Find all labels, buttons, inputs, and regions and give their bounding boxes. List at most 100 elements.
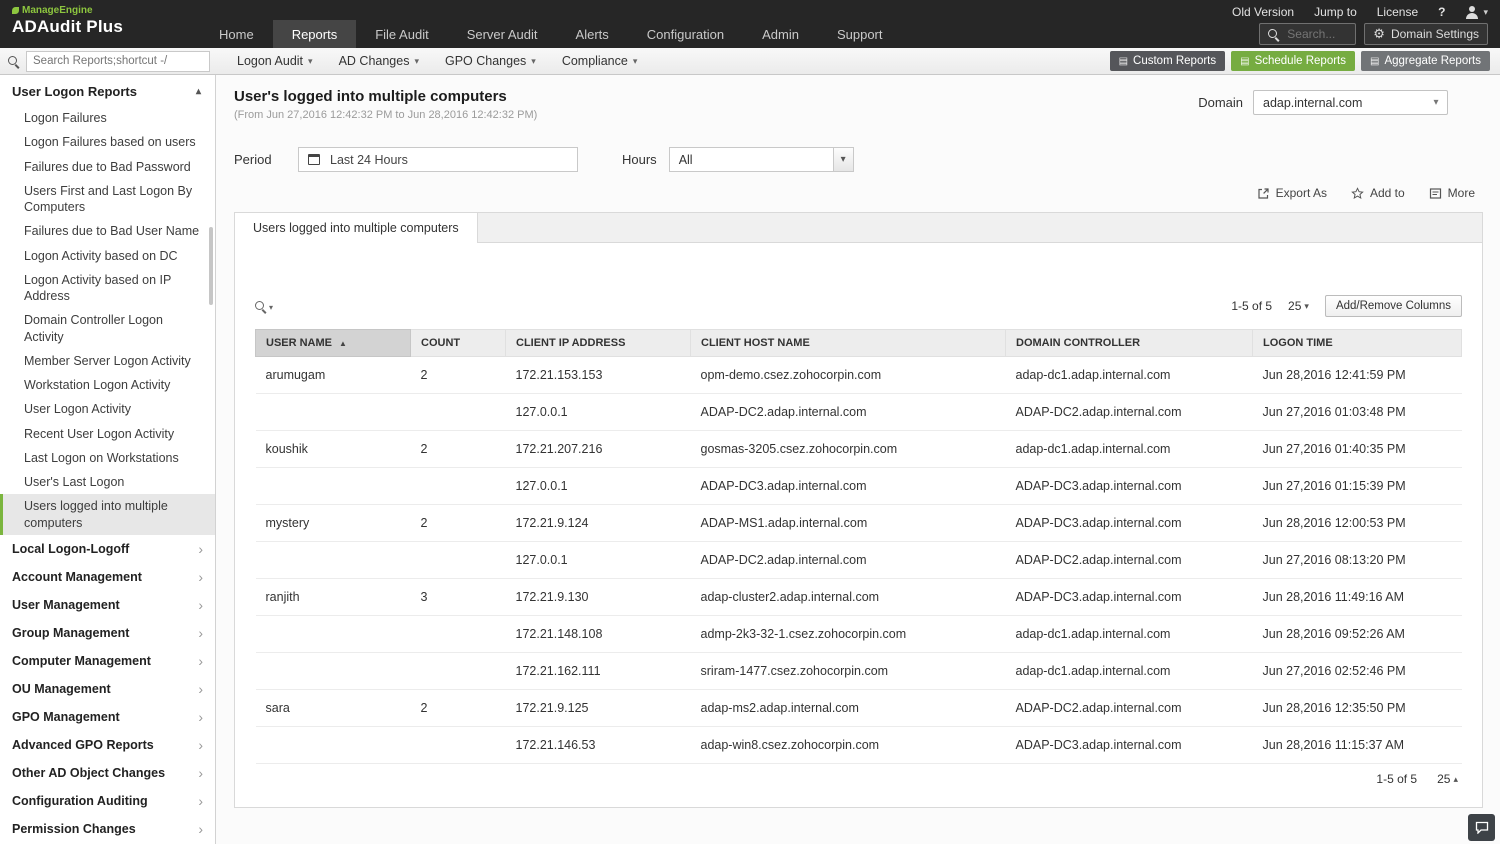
sidebar-report-item[interactable]: Member Server Logon Activity [0, 349, 215, 373]
sidebar-scrollbar[interactable] [209, 227, 213, 305]
hours-label: Hours [622, 152, 657, 167]
table-controls-right: 1-5 of 5 25 ▾ Add/Remove Columns [1231, 295, 1462, 317]
cell-client-ip: 172.21.146.53 [506, 727, 691, 764]
user-menu[interactable]: ▾ [1465, 6, 1488, 19]
toolbar-action-button[interactable]: Schedule Reports [1231, 51, 1355, 71]
main-nav-item[interactable]: Support [818, 20, 902, 48]
main-nav-item[interactable]: Configuration [628, 20, 743, 48]
sidebar-report-item[interactable]: Users logged into multiple computers [0, 494, 215, 535]
table-row[interactable]: koushik 2 172.21.207.216 gosmas-3205.cse… [256, 431, 1462, 468]
sidebar-report-item[interactable]: Last Logon on Workstations [0, 446, 215, 470]
column-header[interactable]: COUNT [411, 330, 506, 357]
domain-select-value: adap.internal.com [1263, 96, 1362, 110]
cell-logon-time: Jun 28,2016 12:00:53 PM [1253, 505, 1462, 542]
domain-select[interactable]: adap.internal.com ▾ [1253, 90, 1448, 115]
feedback-chat-button[interactable] [1468, 814, 1495, 841]
table-row[interactable]: 172.21.146.53 adap-win8.csez.zohocorpin.… [256, 727, 1462, 764]
table-row[interactable]: 172.21.162.111 sriram-1477.csez.zohocorp… [256, 653, 1462, 690]
sidebar-report-item[interactable]: Logon Failures based on users [0, 130, 215, 154]
sidebar-report-item[interactable]: Logon Failures [0, 106, 215, 130]
toolbar-action-button[interactable]: Aggregate Reports [1361, 51, 1490, 71]
sidebar-report-item[interactable]: Recent User Logon Activity [0, 422, 215, 446]
period-input[interactable]: Last 24 Hours [298, 147, 578, 172]
sidebar-group-item[interactable]: GPO Management [0, 703, 215, 731]
report-search-input[interactable] [26, 51, 210, 72]
help-icon[interactable]: ? [1438, 5, 1445, 19]
toolbar-menu-item[interactable]: AD Changes [326, 48, 432, 75]
sidebar-group-item[interactable]: Other AD Object Changes [0, 759, 215, 787]
table-row[interactable]: mystery 2 172.21.9.124 ADAP-MS1.adap.int… [256, 505, 1462, 542]
sidebar-report-item[interactable]: User Logon Activity [0, 397, 215, 421]
sidebar-group-item[interactable]: Account Management [0, 563, 215, 591]
column-header[interactable]: CLIENT IP ADDRESS [506, 330, 691, 357]
more-button[interactable]: More [1429, 186, 1475, 200]
header-search-box[interactable] [1259, 23, 1356, 45]
sidebar-group-item[interactable]: User Management [0, 591, 215, 619]
sidebar-group-label: User Management [12, 598, 120, 612]
main-nav-item[interactable]: Alerts [557, 20, 628, 48]
add-to-button[interactable]: Add to [1351, 186, 1405, 200]
sidebar-group-item[interactable]: Group Management [0, 619, 215, 647]
report-tab[interactable]: Users logged into multiple computers [235, 213, 478, 243]
table-row[interactable]: ranjith 3 172.21.9.130 adap-cluster2.ada… [256, 579, 1462, 616]
main-nav-item[interactable]: Home [200, 20, 273, 48]
sidebar-group-item[interactable]: Local Logon-Logoff [0, 535, 215, 563]
top-link[interactable]: Old Version [1232, 5, 1294, 19]
page-size-select-bottom[interactable]: 25 ▴ [1437, 772, 1458, 786]
cell-client-host: sriram-1477.csez.zohocorpin.com [691, 653, 1006, 690]
sidebar-report-item[interactable]: Domain Controller Logon Activity [0, 308, 215, 349]
hours-select[interactable]: All ▾ [669, 147, 854, 172]
table-row[interactable]: 127.0.0.1 ADAP-DC2.adap.internal.com ADA… [256, 394, 1462, 431]
page-size-select[interactable]: 25 ▾ [1288, 299, 1309, 313]
toolbar-action-button[interactable]: Custom Reports [1110, 51, 1226, 71]
table-row[interactable]: 172.21.148.108 admp-2k3-32-1.csez.zohoco… [256, 616, 1462, 653]
sidebar-group-item[interactable]: OU Management [0, 675, 215, 703]
column-header[interactable]: DOMAIN CONTROLLER [1006, 330, 1253, 357]
sidebar-report-item[interactable]: Failures due to Bad User Name [0, 219, 215, 243]
table-search-button[interactable]: ▾ [255, 301, 273, 312]
table-row[interactable]: arumugam 2 172.21.153.153 opm-demo.csez.… [256, 357, 1462, 394]
manageengine-logo-text: ManageEngine [22, 5, 93, 16]
toolbar-menu-item[interactable]: Compliance [549, 48, 651, 75]
toolbar-menu-item[interactable]: Logon Audit [224, 48, 326, 75]
top-link[interactable]: License [1377, 5, 1418, 19]
main-nav-item[interactable]: Admin [743, 20, 818, 48]
table-row[interactable]: 127.0.0.1 ADAP-DC3.adap.internal.com ADA… [256, 468, 1462, 505]
sidebar-report-item[interactable]: User's Last Logon [0, 470, 215, 494]
sidebar-group-item[interactable]: Computer Management [0, 647, 215, 675]
sidebar-group-label: Computer Management [12, 654, 151, 668]
chevron-down-icon: ▾ [1304, 301, 1309, 312]
sidebar-group-item[interactable]: Configuration Auditing [0, 787, 215, 815]
report-tab-strip: Users logged into multiple computers [235, 213, 1482, 243]
gear-icon: ⚙ [1373, 26, 1385, 42]
header-search-input[interactable] [1285, 26, 1347, 42]
column-header-label: COUNT [421, 337, 460, 349]
column-header[interactable]: CLIENT HOST NAME [691, 330, 1006, 357]
main-nav: HomeReportsFile AuditServer AuditAlertsC… [200, 0, 902, 48]
main-nav-item[interactable]: Server Audit [448, 20, 557, 48]
column-header[interactable]: USER NAME [256, 330, 411, 357]
sidebar-group-item[interactable]: Permission Changes [0, 815, 215, 843]
sidebar-group-label: Other AD Object Changes [12, 766, 165, 780]
column-header[interactable]: LOGON TIME [1253, 330, 1462, 357]
sidebar-report-item[interactable]: Logon Activity based on DC [0, 244, 215, 268]
top-link[interactable]: Jump to [1314, 5, 1357, 19]
report-main: User's logged into multiple computers (F… [216, 75, 1500, 844]
export-as-button[interactable]: Export As [1257, 186, 1327, 200]
sidebar-group-item[interactable]: Advanced GPO Reports [0, 731, 215, 759]
cell-domain-controller: ADAP-DC2.adap.internal.com [1006, 690, 1253, 727]
table-row[interactable]: sara 2 172.21.9.125 adap-ms2.adap.intern… [256, 690, 1462, 727]
main-nav-item[interactable]: File Audit [356, 20, 447, 48]
export-icon [1257, 187, 1270, 200]
sidebar-report-item[interactable]: Failures due to Bad Password [0, 155, 215, 179]
report-search-icon[interactable] [0, 48, 26, 74]
table-row[interactable]: 127.0.0.1 ADAP-DC2.adap.internal.com ADA… [256, 542, 1462, 579]
add-remove-columns-button[interactable]: Add/Remove Columns [1325, 295, 1462, 317]
sidebar-report-item[interactable]: Logon Activity based on IP Address [0, 268, 215, 309]
sidebar-report-item[interactable]: Users First and Last Logon By Computers [0, 179, 215, 220]
domain-settings-button[interactable]: ⚙ Domain Settings [1364, 23, 1488, 45]
toolbar-menu-item[interactable]: GPO Changes [432, 48, 549, 75]
sidebar-report-item[interactable]: Workstation Logon Activity [0, 373, 215, 397]
sidebar-section-user-logon-reports[interactable]: User Logon Reports ▾ [0, 75, 215, 106]
main-nav-item[interactable]: Reports [273, 20, 357, 48]
